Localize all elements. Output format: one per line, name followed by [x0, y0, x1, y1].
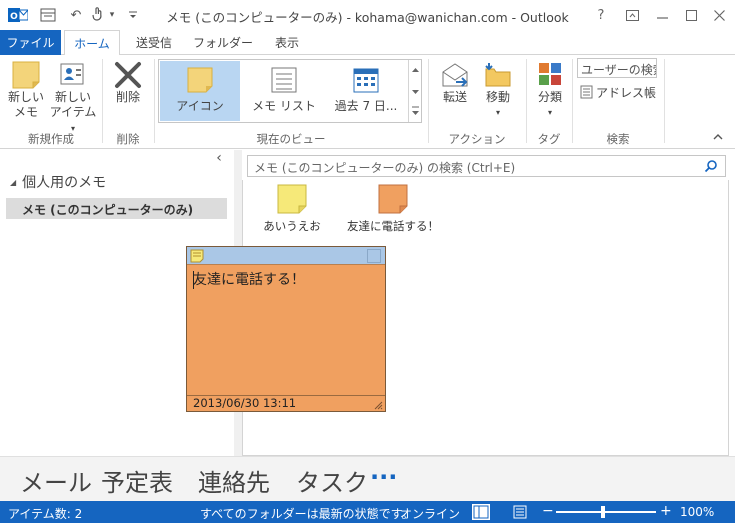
new-items-icon	[60, 63, 84, 85]
note-item[interactable]: 友達に電話する！	[343, 184, 443, 238]
group-current-view-label: 現在のビュー	[256, 132, 326, 146]
connection-status: オンライン	[400, 507, 461, 521]
my-notes-label: 個人用のメモ	[22, 175, 107, 191]
icon-view-icon	[187, 67, 213, 93]
note-close-button[interactable]	[367, 249, 381, 263]
orange-note-icon	[378, 184, 408, 214]
zoom-out-button[interactable]: −	[542, 503, 554, 519]
zoom-level[interactable]: 100%	[680, 505, 714, 519]
maximize-button[interactable]	[679, 4, 703, 26]
list-view-icon	[271, 67, 297, 93]
status-bar: アイテム数: 2 すべてのフォルダーは最新の状態です。 オンライン − + 10…	[0, 501, 735, 523]
yellow-note-icon	[277, 184, 307, 214]
delete-label: 削除	[115, 90, 140, 104]
categorize-icon	[539, 63, 561, 85]
new-items-button[interactable]: 新しい アイテム ▾	[48, 60, 98, 136]
view-last7-button[interactable]: 過去 7 日...	[326, 61, 406, 121]
zoom-slider[interactable]	[556, 511, 656, 513]
collapse-ribbon-button[interactable]	[712, 131, 726, 145]
group-separator	[664, 59, 665, 143]
forward-icon	[442, 63, 468, 87]
view-icon-button[interactable]: アイコン	[160, 61, 240, 121]
view-list-label: メモ リスト	[252, 99, 316, 113]
ribbon-display-options-button[interactable]	[620, 4, 644, 26]
view-icon-label: アイコン	[176, 99, 224, 113]
tab-file[interactable]: ファイル	[0, 30, 61, 55]
nav-tasks[interactable]: タスク	[296, 463, 368, 498]
group-new-label: 新規作成	[28, 132, 74, 146]
zoom-slider-thumb[interactable]	[601, 506, 605, 518]
tab-home[interactable]: ホーム	[64, 30, 120, 56]
address-book-label: アドレス帳	[596, 85, 657, 100]
expand-arrow-icon: ◢	[10, 177, 17, 187]
navigation-bar: メール 予定表 連絡先 タスク ···	[0, 456, 735, 501]
move-button[interactable]: 移動 ▾	[476, 60, 520, 120]
gallery-scroll[interactable]	[408, 60, 421, 122]
group-delete-label: 削除	[116, 132, 140, 146]
group-actions-label: アクション	[448, 132, 506, 146]
tab-folder[interactable]: フォルダー	[190, 30, 256, 55]
forward-label: 転送	[442, 90, 467, 104]
move-caret: ▾	[495, 108, 500, 117]
folder-item-notes-this-computer[interactable]: メモ (このコンピューターのみ)	[6, 198, 227, 219]
note-label: 友達に電話する！	[347, 219, 439, 233]
normal-view-icon[interactable]	[472, 504, 490, 520]
note-item[interactable]: あいうえお	[255, 184, 329, 238]
nav-mail[interactable]: メール	[20, 463, 92, 498]
tab-view[interactable]: 表示	[264, 30, 310, 55]
note-title-bar[interactable]	[187, 247, 385, 265]
search-notes-box[interactable]: メモ (このコンピューターのみ) の検索 (Ctrl+E)	[247, 155, 726, 177]
minimize-button[interactable]	[650, 4, 674, 26]
group-tags-label: タグ	[537, 132, 561, 146]
view-list-button[interactable]: メモ リスト	[244, 61, 324, 121]
address-book-icon	[580, 85, 593, 99]
view-last7-label: 過去 7 日...	[334, 99, 398, 113]
nav-calendar[interactable]: 予定表	[101, 463, 173, 498]
note-timestamp: 2013/06/30 13:11	[187, 395, 385, 411]
categorize-button[interactable]: 分類 ▾	[530, 60, 570, 120]
move-label: 移動	[485, 90, 510, 104]
folder-item-label: メモ (このコンピューターのみ)	[22, 203, 194, 217]
new-note-icon	[12, 61, 40, 89]
sync-status: すべてのフォルダーは最新の状態です。	[200, 507, 414, 521]
address-book-button[interactable]: アドレス帳	[580, 83, 656, 101]
ribbon: 新しい メモ 新しい アイテム ▾ 新規作成 削除 削除 アイコン メモ リスト…	[0, 55, 735, 149]
delete-icon	[115, 62, 141, 88]
forward-button[interactable]: 転送	[432, 60, 478, 105]
ribbon-tab-row: ファイル ホーム 送受信 フォルダー 表示	[0, 30, 735, 56]
search-people-input[interactable]: ユーザーの検索	[577, 58, 657, 78]
note-body-text[interactable]: 友達に電話する！	[193, 269, 305, 289]
categorize-label: 分類	[537, 90, 562, 104]
zoom-in-button[interactable]: +	[660, 503, 672, 519]
delete-button[interactable]: 削除	[106, 60, 150, 105]
new-note-button[interactable]: 新しい メモ	[4, 60, 48, 120]
group-find-label: 検索	[606, 132, 630, 146]
title-bar: O ↶ ▾ メモ (このコンピューターのみ) - kohama@wanichan…	[0, 0, 735, 30]
collapse-folder-pane-button[interactable]: ‹	[212, 150, 226, 166]
categorize-caret: ▾	[547, 108, 552, 117]
nav-contacts[interactable]: 連絡先	[198, 463, 270, 498]
new-note-label-2: メモ	[13, 105, 38, 119]
move-folder-icon	[485, 63, 511, 87]
my-notes-header[interactable]: ◢ 個人用のメモ	[10, 172, 106, 192]
note-menu-icon[interactable]	[190, 249, 204, 263]
help-button[interactable]: ?	[589, 4, 613, 26]
reading-view-icon[interactable]	[512, 504, 528, 520]
item-count: アイテム数: 2	[8, 507, 83, 521]
close-button[interactable]	[707, 4, 731, 26]
search-icon[interactable]	[704, 159, 720, 175]
new-items-label-1: 新しい	[54, 90, 91, 104]
tab-send-receive[interactable]: 送受信	[126, 30, 182, 55]
nav-more-button[interactable]: ···	[370, 463, 397, 491]
search-notes-input[interactable]: メモ (このコンピューターのみ) の検索 (Ctrl+E)	[254, 159, 515, 176]
new-note-label-1: 新しい	[7, 90, 44, 104]
calendar-view-icon	[353, 68, 379, 93]
note-label: あいうえお	[263, 219, 321, 233]
resize-grip-icon[interactable]	[373, 399, 383, 410]
open-note-window[interactable]: 友達に電話する！ 2013/06/30 13:11	[186, 246, 386, 412]
